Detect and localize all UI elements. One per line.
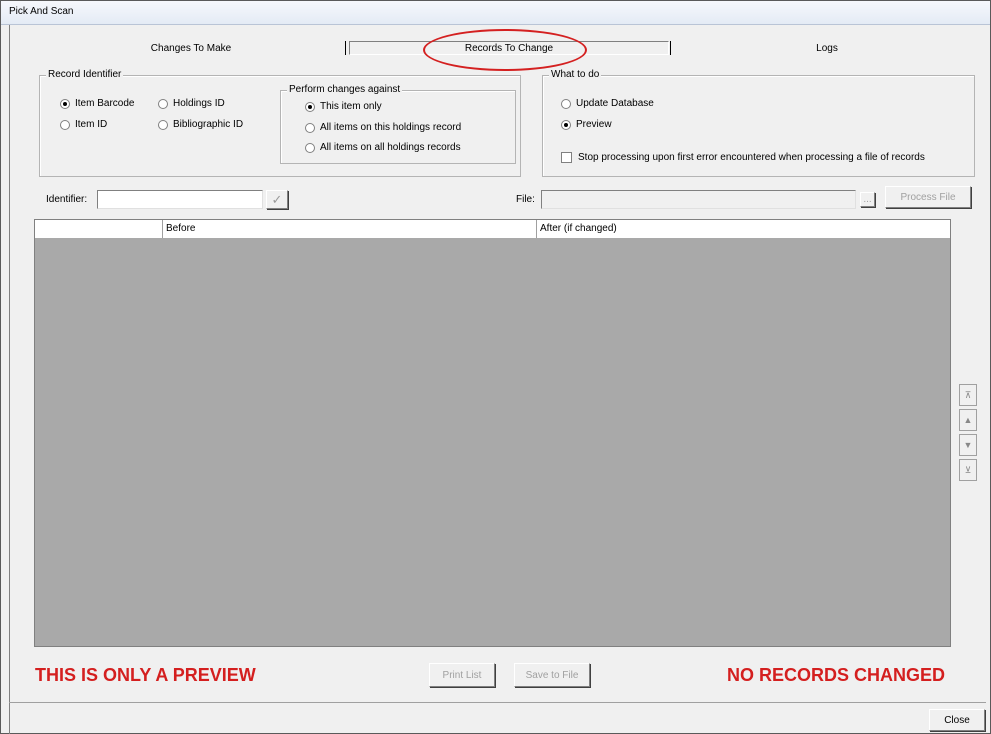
checkmark-icon: ✓ — [271, 191, 283, 207]
no-records-changed-notice: NO RECORDS CHANGED — [727, 665, 946, 685]
up-icon: ▲ — [963, 415, 973, 425]
perform-changes-group: Perform changes against This item only A… — [280, 84, 516, 164]
identifier-input[interactable] — [97, 190, 263, 209]
record-identifier-group: Record Identifier Item Barcode Holdings … — [39, 69, 521, 177]
grid-column-header-after[interactable]: After (if changed) — [537, 220, 950, 238]
radio-button[interactable] — [305, 142, 315, 153]
grid-header: Before After (if changed) — [35, 220, 950, 238]
process-file-button[interactable]: Process File — [885, 186, 971, 208]
window-title: Pick And Scan — [9, 6, 74, 17]
radio-button[interactable] — [158, 119, 168, 130]
title-bar: Pick And Scan — [1, 1, 990, 25]
close-button[interactable]: Close — [929, 709, 985, 731]
radio-label: Item ID — [75, 119, 108, 130]
grid-column-header-before[interactable]: Before — [163, 220, 537, 238]
radio-button[interactable] — [305, 122, 315, 133]
tab-changes-to-make[interactable]: Changes To Make — [151, 43, 231, 54]
window-left-border — [9, 25, 10, 734]
file-input[interactable] — [541, 190, 856, 209]
first-icon: ⊼ — [964, 389, 972, 400]
radio-label: This item only — [320, 101, 382, 112]
radio-holdings-id[interactable]: Holdings ID — [158, 98, 225, 109]
radio-button[interactable] — [561, 98, 571, 109]
down-icon: ▼ — [963, 440, 973, 450]
radio-button[interactable] — [60, 98, 70, 109]
radio-item-barcode[interactable]: Item Barcode — [60, 98, 134, 109]
radio-label: Item Barcode — [75, 98, 135, 109]
radio-button[interactable] — [158, 98, 168, 109]
radio-label: Bibliographic ID — [173, 119, 244, 130]
first-record-button[interactable]: ⊼ — [959, 384, 977, 406]
radio-all-items-all-holdings[interactable]: All items on all holdings records — [305, 142, 461, 153]
radio-button[interactable] — [60, 119, 70, 130]
radio-label: Preview — [576, 119, 612, 130]
identifier-check-button[interactable]: ✓ — [266, 190, 288, 209]
records-grid[interactable]: Before After (if changed) — [34, 219, 951, 647]
record-identifier-title: Record Identifier — [46, 69, 124, 80]
tab-separator — [345, 41, 346, 55]
checkbox-label: Stop processing upon first error encount… — [578, 152, 925, 163]
stop-on-error-checkbox[interactable]: Stop processing upon first error encount… — [561, 152, 925, 163]
save-to-file-button[interactable]: Save to File — [514, 663, 590, 687]
what-to-do-group: What to do Update Database Preview Stop … — [542, 69, 975, 177]
file-label: File: — [516, 194, 535, 205]
browse-label: ... — [863, 194, 872, 205]
radio-bibliographic-id[interactable]: Bibliographic ID — [158, 119, 243, 130]
checkbox[interactable] — [561, 152, 572, 163]
radio-label: All items on all holdings records — [320, 142, 461, 153]
radio-button[interactable] — [561, 119, 571, 130]
footer-divider — [9, 702, 986, 703]
radio-preview[interactable]: Preview — [561, 119, 612, 130]
radio-update-database[interactable]: Update Database — [561, 98, 654, 109]
radio-item-id[interactable]: Item ID — [60, 119, 107, 130]
next-record-button[interactable]: ▼ — [959, 434, 977, 456]
radio-label: All items on this holdings record — [320, 122, 462, 133]
radio-label: Update Database — [576, 98, 654, 109]
tab-separator — [670, 41, 671, 55]
tab-records-to-change-label: Records To Change — [464, 43, 554, 54]
pick-and-scan-window: Pick And Scan Changes To Make Records To… — [0, 0, 991, 734]
browse-file-button[interactable]: ... — [860, 192, 875, 207]
grid-column-header-index — [35, 220, 163, 238]
perform-changes-title: Perform changes against — [287, 84, 403, 95]
radio-all-items-this-holdings[interactable]: All items on this holdings record — [305, 122, 461, 133]
identifier-label: Identifier: — [46, 194, 88, 205]
preview-notice: THIS IS ONLY A PREVIEW — [35, 665, 256, 685]
previous-record-button[interactable]: ▲ — [959, 409, 977, 431]
radio-label: Holdings ID — [173, 98, 225, 109]
what-to-do-title: What to do — [549, 69, 602, 80]
last-record-button[interactable]: ⊻ — [959, 459, 977, 481]
last-icon: ⊻ — [964, 464, 972, 475]
print-list-button[interactable]: Print List — [429, 663, 495, 687]
tab-logs[interactable]: Logs — [816, 43, 838, 54]
radio-button[interactable] — [305, 101, 315, 112]
tab-records-to-change[interactable]: Records To Change — [349, 41, 669, 55]
radio-this-item-only[interactable]: This item only — [305, 101, 382, 112]
